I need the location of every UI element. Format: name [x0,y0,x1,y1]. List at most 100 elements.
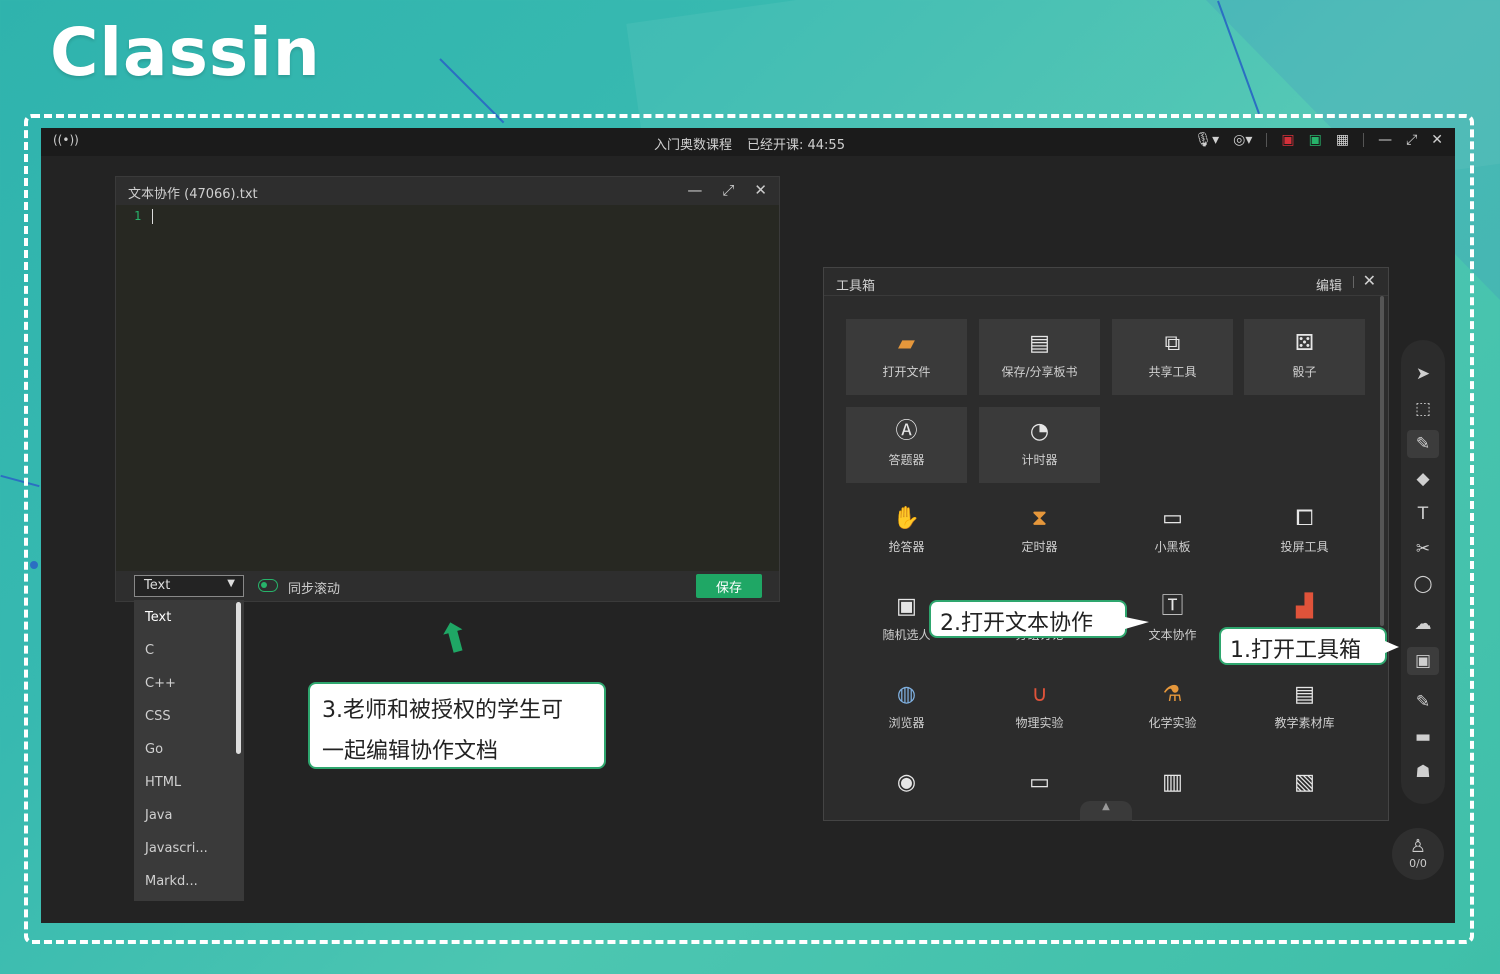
toolbox-header: 工具箱 编辑 ✕ [824,268,1388,296]
language-option[interactable]: Markd... [134,864,244,897]
editor-footer: Text ▼ 同步滚动 保存 [116,571,779,601]
callout-step3: 3.老师和被授权的学生可 一起编辑协作文档 [308,682,606,769]
divider [1266,133,1268,147]
tool-browser[interactable]: ◍ 浏览器 [846,670,967,746]
language-option[interactable]: Java [134,798,244,831]
tool-grade[interactable]: ▧ [1244,758,1365,818]
callout-step2: 2.打开文本协作 [929,600,1127,638]
podium-icon: ▟ [1296,594,1313,619]
pointer-icon[interactable]: ➤ [1401,360,1445,388]
callout-step3-line2: 一起编辑协作文档 [322,739,499,764]
select-icon[interactable]: ⬚ [1401,395,1445,423]
tool-library[interactable]: ▤ 教学素材库 [1244,670,1365,746]
fullscreen-icon[interactable]: ⤢ [1406,132,1417,148]
answer-icon: Ⓐ [895,419,918,444]
toolbox-edit-button[interactable]: 编辑 [1316,275,1342,294]
classin-book-icon: ▥ [1162,770,1183,795]
close-icon[interactable]: ✕ [1431,132,1443,148]
text-icon[interactable]: T [1401,500,1445,528]
sync-scroll-toggle[interactable] [258,579,278,592]
tool-timer[interactable]: ⧗ 定时器 [979,494,1100,570]
divider [1353,276,1354,288]
minimize-icon[interactable]: — [1378,132,1392,148]
language-select[interactable]: Text ▼ [134,575,244,597]
tool-stopwatch[interactable]: ◔ 计时器 [979,407,1100,483]
line-number: 1 [134,209,142,223]
dice-icon: ⚄ [1294,331,1315,356]
edit-icon[interactable]: ✎ [1401,688,1445,716]
grid-icon[interactable]: ▦ [1336,132,1349,148]
tool-open-file[interactable]: ▰ 打开文件 [846,319,967,395]
language-option[interactable]: Javascri... [134,831,244,864]
users-icon[interactable]: ☗ [1401,758,1445,786]
magnet-icon: ∪ [1031,682,1048,707]
seat-counter[interactable]: ♙ 0/0 [1392,828,1444,880]
share-screen-icon: ⧉ [1164,331,1181,356]
hourglass-icon: ⧗ [1031,506,1048,531]
language-select-value: Text [144,578,171,593]
library-icon: ▤ [1294,682,1315,707]
tool-physics[interactable]: ∪ 物理实验 [979,670,1100,746]
record-icon[interactable]: ▣ [1281,132,1294,148]
toolbox-scrollbar[interactable] [1380,296,1384,626]
tool-cast[interactable]: ⧠ 投屏工具 [1244,494,1365,570]
title-bar-controls: 🎙▾ ◎▾ ▣ ▣ ▦ — ⤢ ✕ [1194,132,1443,148]
code-area[interactable]: 1 [116,205,779,573]
editor-header: 文本协作 (47066).txt — ⤢ ✕ [116,177,779,205]
toolbox-icon[interactable]: ▣ [1407,647,1439,675]
right-toolbar: ➤ ⬚ ✎ ◆ T ✂ ◯ ☁ ▣ ✎ ▬ ☗ [1401,340,1445,804]
save-icon: ▤ [1029,331,1050,356]
callout-tail [1125,617,1149,629]
camera-off-icon[interactable]: ◎▾ [1233,132,1252,148]
minimize-icon[interactable]: — [687,181,702,199]
close-icon[interactable]: ✕ [754,181,767,199]
seat-count: 0/0 [1409,857,1427,870]
tool-chemistry[interactable]: ⚗ 化学实验 [1112,670,1233,746]
eraser-icon[interactable]: ◆ [1401,465,1445,493]
tool-webcam[interactable]: ◉ [846,758,967,818]
hand-icon: ✋ [892,506,921,531]
stopwatch-icon: ◔ [1029,419,1050,444]
close-icon[interactable]: ✕ [1363,271,1376,290]
callout-step3-line1: 3.老师和被授权的学生可 [322,698,563,723]
elapsed-time: 已经开课: 44:55 [747,138,845,153]
tool-blackboard[interactable]: ▭ 小黑板 [1112,494,1233,570]
video-icon[interactable]: ▣ [1309,132,1322,148]
pen-icon[interactable]: ✎ [1407,430,1439,458]
language-option[interactable]: C [134,633,244,666]
divider [1363,133,1365,147]
editor-title: 文本协作 (47066).txt [128,187,258,202]
text-collab-window: 文本协作 (47066).txt — ⤢ ✕ 1 Text ▼ 同步滚动 保存 [115,176,780,602]
language-option[interactable]: Text [134,600,244,633]
dropdown-scrollbar[interactable] [236,602,241,754]
grade-icon: ▧ [1294,770,1315,795]
cloud-icon[interactable]: ☁ [1401,610,1445,638]
editor-window-controls: — ⤢ ✕ [687,181,767,199]
language-option[interactable]: Go [134,732,244,765]
tool-responder[interactable]: ✋ 抢答器 [846,494,967,570]
vnc-icon: ▭ [1029,770,1050,795]
broadcast-icon[interactable]: ((•)) [53,133,79,147]
tool-share[interactable]: ⧉ 共享工具 [1112,319,1233,395]
language-option[interactable]: HTML [134,765,244,798]
collapse-tab[interactable]: ▲ [1080,801,1132,821]
fullscreen-icon[interactable]: ⤢ [722,181,734,199]
chat-icon[interactable]: ▬ [1401,723,1445,751]
scissors-icon[interactable]: ✂ [1401,535,1445,563]
tool-answer[interactable]: Ⓐ 答题器 [846,407,967,483]
tool-save-share[interactable]: ▤ 保存/分享板书 [979,319,1100,395]
language-option[interactable]: C++ [134,666,244,699]
toolbox-title: 工具箱 [836,279,876,294]
sync-scroll-label: 同步滚动 [288,582,341,597]
text-cursor [152,209,153,224]
cast-icon: ⧠ [1295,506,1314,531]
save-button[interactable]: 保存 [696,574,762,598]
tool-dice[interactable]: ⚄ 骰子 [1244,319,1365,395]
mic-off-icon[interactable]: 🎙▾ [1194,132,1219,148]
language-option[interactable]: CSS [134,699,244,732]
classin-logo: Classin [50,14,321,91]
toolbox-panel: 工具箱 编辑 ✕ ▰ 打开文件 ▤ 保存/分享板书 ⧉ 共享工具 ⚄ 骰子 Ⓐ 答题器 ◔… [823,267,1389,821]
shape-icon[interactable]: ◯ [1401,570,1445,598]
flask-icon: ⚗ [1162,682,1183,707]
folder-icon: ▰ [898,331,915,356]
